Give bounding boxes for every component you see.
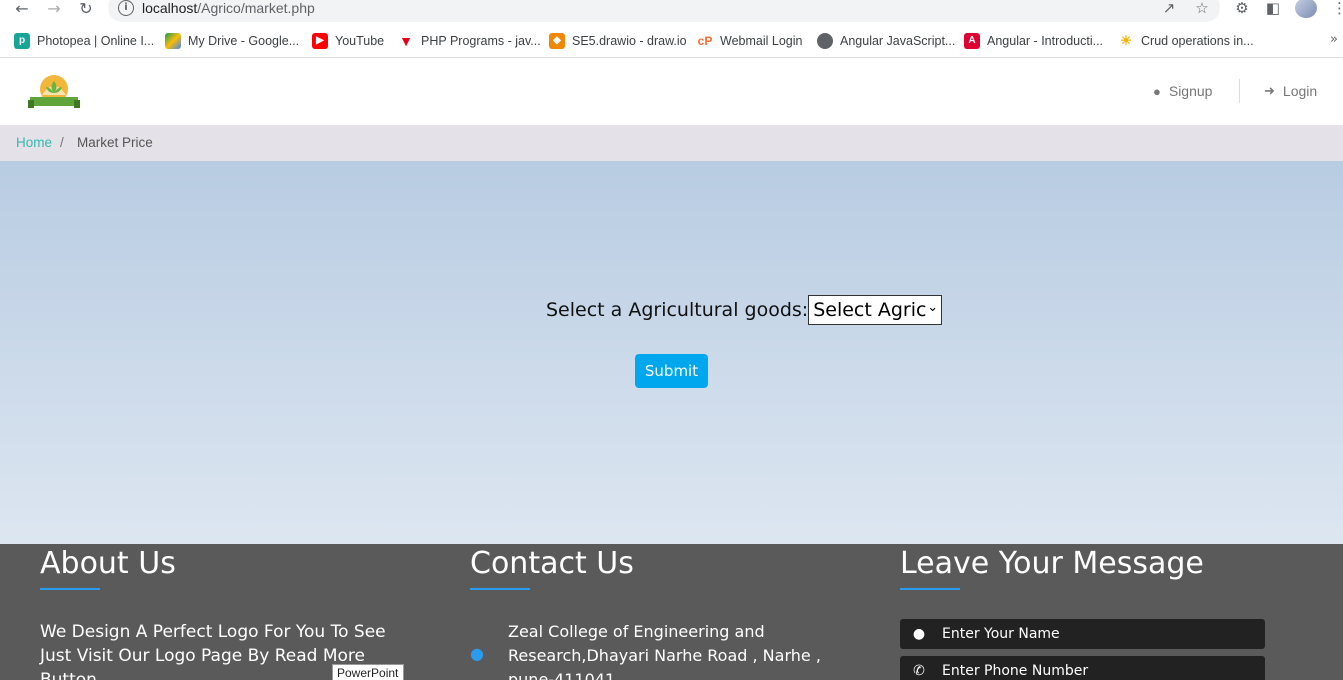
signup-link[interactable]: ● Signup [1153,83,1212,99]
bookmark-item[interactable]: A Angular - Introducti... [964,32,1103,50]
cpanel-icon: cP [697,34,713,48]
side-panel-icon[interactable]: ◧ [1264,0,1282,18]
bookmark-item[interactable]: My Drive - Google... [165,32,299,50]
site-info-icon[interactable]: i [118,0,134,16]
breadcrumb-separator: / [60,135,64,150]
breadcrumb: Home / Market Price [0,125,1343,161]
bookmarks-bar: p Photopea | Online I... My Drive - Googl… [0,24,1343,58]
bookmarks-overflow-icon[interactable]: » [1330,32,1338,47]
photopea-icon: p [14,33,30,49]
bookmark-item[interactable]: p Photopea | Online I... [14,32,154,50]
profile-avatar[interactable] [1295,0,1317,18]
breadcrumb-home-link[interactable]: Home [16,135,52,150]
user-icon: ● [912,626,926,642]
url-text[interactable]: localhost/Agrico/market.php [142,0,315,16]
share-icon[interactable]: ↗ [1160,0,1178,18]
drawio-icon: ◆ [549,33,565,49]
phone-icon: ✆ [913,663,925,679]
about-title: About Us [40,546,176,581]
message-title: Leave Your Message [900,546,1204,581]
bookmark-item[interactable]: ☀ Crud operations in... [1118,32,1253,50]
site-header: ● Signup ➜ Login [0,59,1343,125]
main-content: Select a Agricultural goods: Select Agri… [0,161,1343,544]
agrico-logo[interactable] [28,73,80,111]
sign-in-icon: ➜ [1264,83,1275,98]
goods-select-label: Select a Agricultural goods: [546,299,809,321]
extensions-icon[interactable]: ⚙ [1233,0,1251,18]
reload-icon[interactable]: ↻ [76,0,96,18]
chevron-down-icon: ⌄ [927,300,939,315]
phone-field[interactable]: ✆ Enter Phone Number [900,656,1265,680]
contact-underline [470,588,530,590]
bookmark-item[interactable]: Angular JavaScript... [817,32,955,50]
breadcrumb-current: Market Price [77,135,153,150]
site-footer: About Us We Design A Perfect Logo For Yo… [0,544,1343,680]
bookmark-item[interactable]: ▶ YouTube [312,32,384,50]
contact-address: Zeal College of Engineering and Research… [508,622,821,680]
bookmark-star-icon[interactable]: ☆ [1193,0,1211,18]
angular-icon: A [964,33,980,49]
youtube-icon: ▶ [312,33,328,49]
browser-toolbar: ← → ↻ i localhost/Agrico/market.php ↗ ☆ … [0,0,1343,22]
bookmark-item[interactable]: cP Webmail Login [697,32,803,50]
nav-divider [1239,79,1240,103]
footer-about: About Us We Design A Perfect Logo For Yo… [40,544,420,680]
bulb-icon: ☀ [1120,33,1132,48]
login-link[interactable]: ➜ Login [1264,83,1317,99]
footer-message: Leave Your Message ● Enter Your Name ✆ E… [900,544,1280,680]
goods-form-row: Select a Agricultural goods: Select Agri… [546,295,943,325]
tooltip: PowerPoint [332,664,404,680]
forward-arrow-icon[interactable]: → [44,0,64,18]
submit-button[interactable]: Submit [635,354,708,388]
google-drive-icon [165,33,181,49]
footer-contact: Contact Us ● Zeal College of Engineering… [470,544,850,680]
message-underline [900,588,960,590]
goods-select[interactable]: Select Agricultural goods ⌄ [808,295,943,325]
bookmark-item[interactable]: ◆ SE5.drawio - draw.io [549,32,687,50]
globe-icon [817,33,833,49]
name-field[interactable]: ● Enter Your Name [900,619,1265,649]
tpoint-icon: ▼ [399,33,413,49]
map-pin-icon: ● [470,644,484,663]
user-icon: ● [1153,83,1161,99]
browser-menu-icon[interactable]: ⋮ [1332,0,1343,18]
about-underline [40,588,100,590]
bookmark-item[interactable]: ▼ PHP Programs - jav... [398,32,541,50]
back-arrow-icon[interactable]: ← [12,0,32,18]
contact-title: Contact Us [470,546,634,581]
